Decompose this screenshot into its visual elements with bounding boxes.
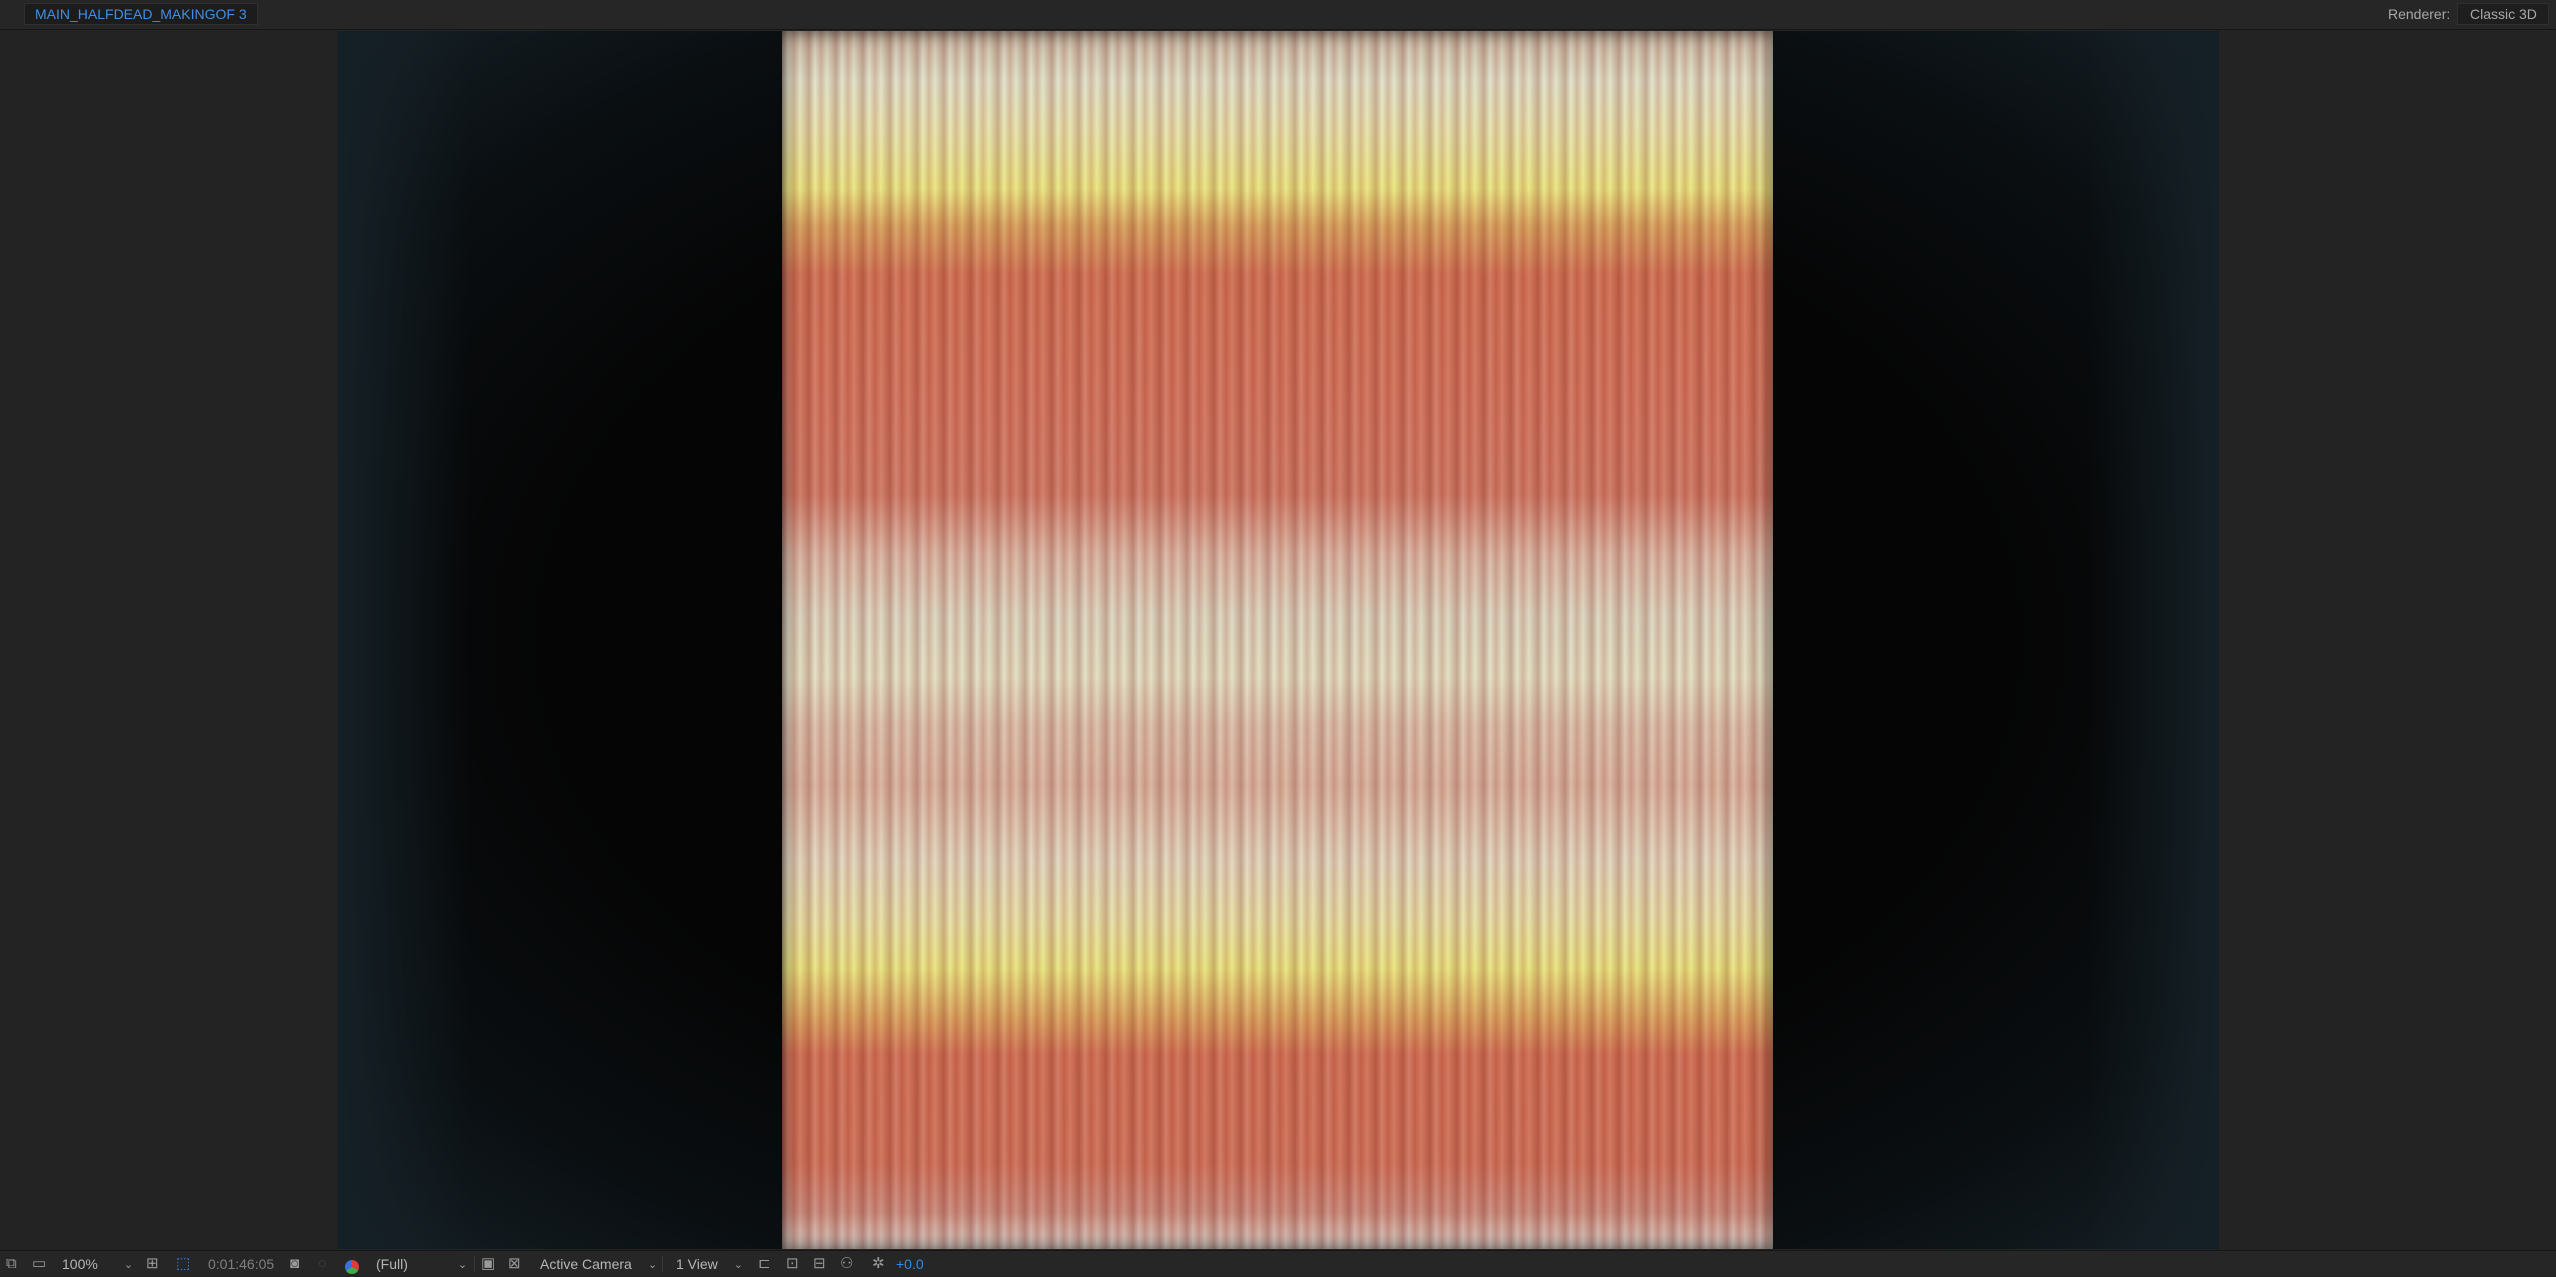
mask-visibility-button[interactable]: ⬚: [176, 1251, 190, 1277]
monitor-button[interactable]: ▭: [32, 1251, 46, 1277]
composition-viewer[interactable]: [0, 31, 2556, 1249]
camera-view-value: Active Camera: [540, 1256, 632, 1272]
timecode: 0:01:46:05: [208, 1256, 275, 1272]
fast-preview-button[interactable]: ⊡: [786, 1251, 799, 1277]
composition-tab[interactable]: MAIN_HALFDEAD_MAKINGOF 3: [24, 3, 258, 25]
chevron-down-icon: ⌄: [647, 1258, 658, 1271]
monitor-icon: ▭: [32, 1255, 47, 1272]
3d-view-button[interactable]: ⊏: [758, 1251, 771, 1277]
footage-frame[interactable]: [782, 31, 1773, 1249]
mask-visibility-icon: ⬚: [176, 1255, 191, 1272]
divider: [662, 1256, 663, 1272]
view-layout-dropdown[interactable]: 1 View ⌄: [676, 1251, 743, 1277]
color-channel-icon: [345, 1260, 359, 1274]
3d-view-icon: ⊏: [758, 1255, 771, 1272]
viewer-toolbar: ⧉ ▭ 100% ⌄ ⊞ ⬚ 0:01:46:05 ◙ ◌ (Full) ⌄ ▣…: [0, 1250, 2556, 1276]
viewer-header: MAIN_HALFDEAD_MAKINGOF 3 Renderer: Class…: [0, 0, 2556, 30]
current-time-display[interactable]: 0:01:46:05: [208, 1251, 274, 1277]
divider: [474, 1256, 475, 1272]
region-of-interest-button[interactable]: ▣: [481, 1251, 495, 1277]
zoom-value: 100%: [62, 1256, 98, 1272]
camera-view-dropdown[interactable]: Active Camera ⌄: [540, 1251, 657, 1277]
region-of-interest-icon: ▣: [481, 1255, 496, 1272]
chevron-down-icon: ⌄: [457, 1258, 468, 1271]
timeline-button[interactable]: ⊟: [813, 1251, 826, 1277]
transparency-grid-button[interactable]: ⊠: [508, 1251, 521, 1277]
snapshot-camera-icon: ◙: [290, 1255, 300, 1272]
exposure-control[interactable]: +0.0: [896, 1251, 924, 1277]
resolution-dropdown[interactable]: (Full) ⌄: [376, 1251, 467, 1277]
flowchart-icon: ⚇: [840, 1255, 854, 1272]
composition-canvas[interactable]: [338, 31, 2219, 1249]
flowchart-button[interactable]: ⚇: [840, 1251, 853, 1277]
reset-exposure-icon: ✲: [872, 1255, 885, 1272]
zoom-dropdown[interactable]: 100% ⌄: [62, 1251, 133, 1277]
chevron-down-icon: ⌄: [733, 1258, 743, 1271]
color-channel-button[interactable]: [345, 1251, 359, 1277]
show-snapshot-icon: ◌: [318, 1255, 327, 1272]
transparency-grid-icon: ⊠: [508, 1255, 521, 1272]
snapshot-button[interactable]: ◙: [290, 1251, 299, 1277]
renderer-label: Renderer:: [2388, 6, 2451, 22]
exposure-value: +0.0: [896, 1256, 924, 1272]
timeline-icon: ⊟: [813, 1255, 826, 1272]
always-preview-button[interactable]: ⧉: [6, 1251, 17, 1277]
renderer-dropdown[interactable]: Classic 3D: [2457, 3, 2549, 25]
grid-guides-icon: ⊞: [146, 1255, 159, 1272]
resolution-value: (Full): [376, 1256, 408, 1272]
fast-preview-icon: ⊡: [786, 1255, 799, 1272]
always-preview-icon: ⧉: [6, 1255, 17, 1272]
reset-exposure-button[interactable]: ✲: [872, 1251, 885, 1277]
show-snapshot-button[interactable]: ◌: [318, 1251, 327, 1277]
chevron-down-icon: ⌄: [123, 1258, 134, 1271]
grid-guides-button[interactable]: ⊞: [146, 1251, 159, 1277]
view-layout-value: 1 View: [676, 1256, 718, 1272]
